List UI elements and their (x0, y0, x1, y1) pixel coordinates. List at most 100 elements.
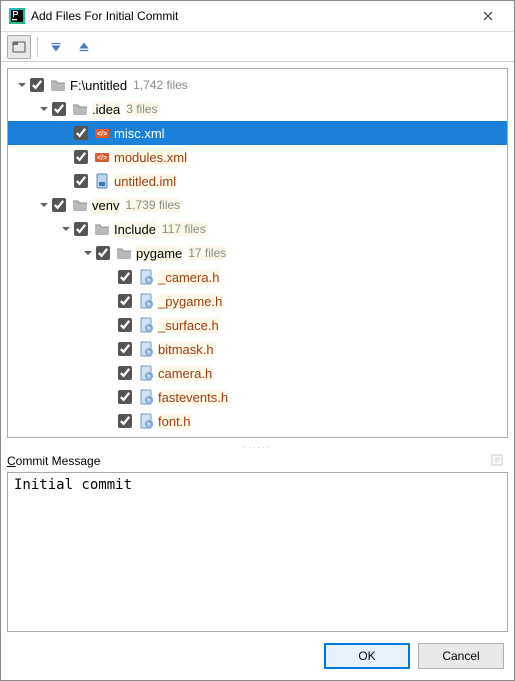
tree-expander-placeholder (102, 365, 118, 381)
tree-expander[interactable] (58, 221, 74, 237)
tree-checkbox[interactable] (74, 174, 88, 188)
xml-icon: </> (94, 149, 110, 165)
tree-file-row[interactable]: </> modules.xml (8, 145, 507, 169)
tree-checkbox[interactable] (118, 270, 132, 284)
tree-file-row[interactable]: </> misc.xml (8, 121, 507, 145)
tree-checkbox[interactable] (74, 222, 88, 236)
tree-checkbox[interactable] (118, 414, 132, 428)
tree-file-row[interactable]: h _pygame.h (8, 289, 507, 313)
commit-message-label: Commit Message (7, 454, 100, 468)
ok-button[interactable]: OK (324, 643, 410, 669)
tree-expander-placeholder (58, 149, 74, 165)
titlebar: Add Files For Initial Commit (1, 1, 514, 32)
svg-text:h: h (147, 399, 151, 405)
tree-checkbox[interactable] (118, 342, 132, 356)
tree-folder-row[interactable]: F:\untitled 1,742 files (8, 73, 507, 97)
svg-text:</>: </> (97, 131, 107, 138)
svg-text:h: h (147, 279, 151, 285)
tree-item-name: Include (114, 222, 156, 237)
expand-all-button[interactable] (44, 35, 68, 59)
tree-checkbox[interactable] (118, 318, 132, 332)
tree-file-row[interactable]: h bitmask.h (8, 337, 507, 361)
tree-expander[interactable] (36, 101, 52, 117)
tree-expander-placeholder (58, 125, 74, 141)
tree-item-count: 3 files (126, 102, 157, 116)
folder-icon (72, 197, 88, 213)
svg-text:</>: </> (97, 155, 107, 162)
svg-text:h: h (147, 423, 151, 429)
tree-item-count: 1,742 files (133, 78, 188, 92)
tree-expander[interactable] (80, 245, 96, 261)
iml-icon (94, 173, 110, 189)
close-button[interactable] (468, 1, 508, 31)
tree-checkbox[interactable] (74, 126, 88, 140)
tree-item-name: fastevents.h (158, 390, 228, 405)
tree-checkbox[interactable] (118, 390, 132, 404)
tree-checkbox[interactable] (52, 102, 66, 116)
tree-item-name: F:\untitled (70, 78, 127, 93)
tree-checkbox[interactable] (118, 366, 132, 380)
tree-item-count: 117 files (162, 222, 206, 236)
svg-text:h: h (147, 303, 151, 309)
header-icon: h (138, 317, 154, 333)
dialog-title: Add Files For Initial Commit (31, 9, 468, 23)
commit-history-button[interactable] (490, 452, 508, 470)
tree-item-name: pygame (136, 246, 182, 261)
tree-item-name: misc.xml (114, 126, 165, 141)
tree-expander-placeholder (102, 413, 118, 429)
group-by-directory-button[interactable] (7, 35, 31, 59)
tree-checkbox[interactable] (118, 294, 132, 308)
tree-file-row[interactable]: hfont.h (8, 409, 507, 433)
cancel-button[interactable]: Cancel (418, 643, 504, 669)
tree-folder-row[interactable]: venv 1,739 files (8, 193, 507, 217)
tree-item-name: modules.xml (114, 150, 187, 165)
folder-icon (116, 245, 132, 261)
tree-item-count: 1,739 files (125, 198, 180, 212)
tree-item-name: _camera.h (158, 270, 219, 285)
tree-expander-placeholder (102, 389, 118, 405)
tree-checkbox[interactable] (96, 246, 110, 260)
tree-checkbox[interactable] (30, 78, 44, 92)
toolbar (1, 32, 514, 62)
tree-file-row[interactable]: h camera.h (8, 361, 507, 385)
tree-item-name: bitmask.h (158, 342, 214, 357)
tree-item-name: _pygame.h (158, 294, 222, 309)
tree-checkbox[interactable] (52, 198, 66, 212)
svg-text:h: h (147, 375, 151, 381)
tree-expander-placeholder (102, 317, 118, 333)
tree-folder-row[interactable]: Include 117 files (8, 217, 507, 241)
tree-folder-row[interactable]: pygame 17 files (8, 241, 507, 265)
tree-expander[interactable] (14, 77, 30, 93)
tree-file-row[interactable]: h _camera.h (8, 265, 507, 289)
svg-text:h: h (147, 351, 151, 357)
tree-expander[interactable] (36, 197, 52, 213)
tree-expander-placeholder (102, 341, 118, 357)
tree-expander-placeholder (102, 269, 118, 285)
header-icon: h (138, 293, 154, 309)
folder-icon (72, 101, 88, 117)
tree-item-name: .idea (92, 102, 120, 117)
header-icon: h (138, 269, 154, 285)
svg-text:h: h (147, 327, 151, 333)
tree-file-row[interactable]: h _surface.h (8, 313, 507, 337)
button-bar: OK Cancel (1, 632, 514, 680)
tree-item-name: venv (92, 198, 119, 213)
xml-icon: </> (94, 125, 110, 141)
tree-item-name: _surface.h (158, 318, 219, 333)
header-icon: h (138, 413, 154, 429)
tree-expander-placeholder (102, 293, 118, 309)
dialog-add-files-for-initial-commit: Add Files For Initial Commit F:\untitled… (0, 0, 515, 681)
file-tree[interactable]: F:\untitled 1,742 files .idea 3 files </> mis… (7, 68, 508, 438)
tree-item-count: 17 files (188, 246, 226, 260)
commit-message-input[interactable] (7, 472, 508, 632)
folder-icon (94, 221, 110, 237)
collapse-all-button[interactable] (72, 35, 96, 59)
folder-icon (50, 77, 66, 93)
tree-item-name: camera.h (158, 366, 212, 381)
tree-file-row[interactable]: untitled.iml (8, 169, 507, 193)
tree-file-row[interactable]: h fastevents.h (8, 385, 507, 409)
tree-item-name: untitled.iml (114, 174, 176, 189)
header-icon: h (138, 365, 154, 381)
tree-folder-row[interactable]: .idea 3 files (8, 97, 507, 121)
tree-checkbox[interactable] (74, 150, 88, 164)
